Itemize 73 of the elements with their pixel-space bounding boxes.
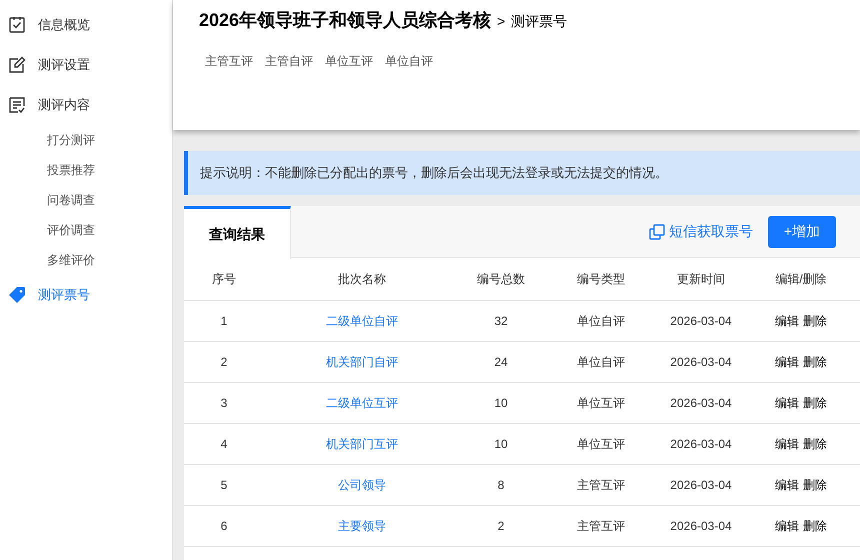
batch-name-link[interactable]: 二级单位自评 (326, 314, 398, 328)
row-number: 6 (220, 518, 228, 532)
sidebar-item[interactable]: 测评设置 (0, 45, 172, 85)
results-tab[interactable]: 查询结果 (184, 206, 291, 259)
table-cell: 2026-03-04 (670, 354, 732, 368)
table-cell: 2026-03-04 (670, 396, 732, 410)
column-header: 编号类型 (577, 272, 625, 286)
table-cell: 单位自评 (577, 314, 625, 328)
delete-link[interactable]: 删除 (803, 396, 827, 410)
edit-link[interactable]: 编辑 (775, 354, 799, 368)
table-cell: 主管互评 (577, 478, 625, 492)
column-header: 编号总数 (477, 272, 525, 286)
table-cell: 24 (494, 354, 508, 368)
table-cell: 32 (494, 314, 508, 328)
add-button[interactable]: +增加 (768, 216, 836, 248)
copy-icon (649, 224, 665, 240)
row-number: 4 (220, 436, 228, 450)
column-header: 序号 (212, 272, 236, 286)
edit-link[interactable]: 编辑 (775, 518, 799, 532)
sidebar-subitem[interactable]: 打分测评 (0, 125, 172, 155)
sidebar-item[interactable]: 测评内容 (0, 85, 172, 125)
table-cell: 单位互评 (577, 396, 625, 410)
row-number: 1 (220, 314, 228, 328)
list-icon (8, 96, 26, 114)
batch-name-link[interactable]: 公司领导 (338, 478, 386, 492)
batch-name-link[interactable]: 机关部门互评 (326, 436, 398, 450)
row-number: 2 (220, 354, 228, 368)
column-header: 批次名称 (338, 272, 386, 286)
sidebar-item[interactable]: 信息概览 (0, 5, 172, 45)
batch-name-link[interactable]: 主要领导 (338, 518, 386, 532)
tag-icon (8, 286, 26, 304)
table-cell: 2 (498, 518, 504, 532)
edit-link[interactable]: 编辑 (775, 396, 799, 410)
sidebar-item[interactable]: 测评票号 (0, 275, 172, 315)
notice-banner: 提示说明：不能删除已分配出的票号，删除后会出现无法登录或无法提交的情况。 (184, 151, 860, 195)
breadcrumb-current: 测评票号 (511, 12, 568, 31)
table-cell: 2026-03-04 (670, 478, 732, 492)
filter-link[interactable]: 单位自评 (385, 52, 433, 70)
sidebar-subitem[interactable]: 多维评价 (0, 245, 172, 275)
row-number: 3 (220, 396, 228, 410)
column-header: 更新时间 (677, 272, 725, 286)
edit-link[interactable]: 编辑 (775, 478, 799, 492)
filter-link[interactable]: 主管互评 (205, 52, 253, 70)
table-cell: 2026-03-04 (670, 436, 732, 450)
batch-name-link[interactable]: 机关部门自评 (326, 354, 398, 368)
sidebar-subitem[interactable]: 投票推荐 (0, 155, 172, 185)
table-cell: 单位互评 (577, 436, 625, 450)
table-cell: 10 (494, 436, 508, 450)
delete-link[interactable]: 删除 (803, 314, 827, 328)
sidebar-subitem[interactable]: 问卷调查 (0, 185, 172, 215)
edit-link[interactable]: 编辑 (775, 436, 799, 450)
sidebar-subitem[interactable]: 评价调查 (0, 215, 172, 245)
delete-link[interactable]: 删除 (803, 436, 827, 450)
delete-link[interactable]: 删除 (803, 478, 827, 492)
edit-icon (8, 56, 26, 74)
row-number: 5 (220, 478, 228, 492)
page-title: 2026年领导班子和领导人员综合考核 (199, 9, 492, 32)
filter-link[interactable]: 单位互评 (325, 52, 373, 70)
edit-link[interactable]: 编辑 (775, 314, 799, 328)
delete-link[interactable]: 删除 (803, 518, 827, 532)
table-cell: 8 (498, 478, 504, 492)
column-header: 编辑/删除 (775, 272, 827, 286)
table-cell: 2026-03-04 (670, 314, 732, 328)
batch-name-link[interactable]: 二级单位互评 (326, 396, 398, 410)
filter-link[interactable]: 主管自评 (265, 52, 313, 70)
table-cell: 单位自评 (577, 354, 625, 368)
sms-link[interactable]: 短信获取票号 (649, 221, 753, 242)
breadcrumb-separator: > (497, 12, 506, 31)
table-cell: 10 (494, 396, 508, 410)
checkbox-icon (8, 16, 26, 34)
table-cell: 2026-03-04 (670, 518, 732, 532)
table-cell: 主管互评 (577, 518, 625, 532)
delete-link[interactable]: 删除 (803, 354, 827, 368)
